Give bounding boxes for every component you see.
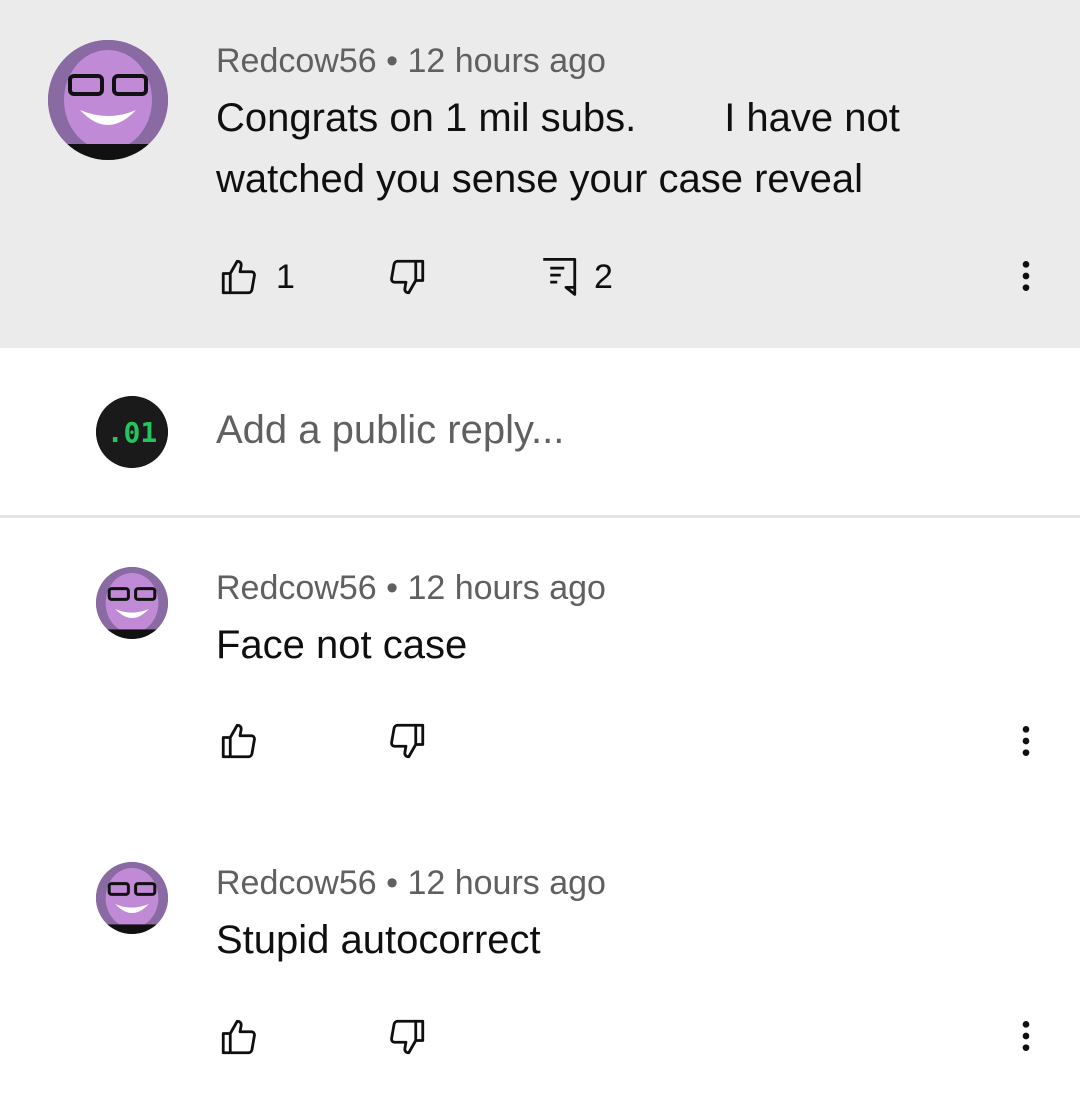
thumb-down-icon <box>390 1019 425 1055</box>
user-avatar-text: .01 <box>107 416 158 449</box>
reply-dislike-button[interactable] <box>386 1016 428 1058</box>
reply-count: 2 <box>594 258 613 296</box>
author-name[interactable]: Redcow56 <box>216 42 377 80</box>
reply-icon <box>543 257 577 296</box>
meta-separator: • <box>386 864 399 902</box>
thumb-up-icon <box>221 723 256 759</box>
more-options-button[interactable] <box>1006 256 1046 296</box>
thumb-up-icon <box>221 259 256 295</box>
meta-separator: • <box>386 42 399 80</box>
dislike-button[interactable] <box>386 256 428 298</box>
author-avatar[interactable] <box>48 40 168 160</box>
thumb-down-icon <box>390 723 425 759</box>
reply-author-name[interactable]: Redcow56 <box>216 864 377 902</box>
comment-text-line1-part1: Congrats on 1 mil subs. <box>216 96 637 140</box>
reply-meta: Redcow56 • 12 hours ago <box>216 864 606 903</box>
thumb-up-icon <box>221 1019 256 1055</box>
comment-text-line2: watched you sense your case reveal <box>216 157 864 201</box>
more-vert-icon <box>1022 261 1030 291</box>
reply-author-avatar[interactable] <box>96 862 168 934</box>
more-vert-icon <box>1022 1021 1030 1051</box>
reply-meta: Redcow56 • 12 hours ago <box>216 569 606 608</box>
user-avatar: .01 <box>96 396 168 468</box>
reply-author-name[interactable]: Redcow56 <box>216 569 377 607</box>
comment-meta: Redcow56 • 12 hours ago <box>216 42 606 81</box>
top-comment: Redcow56 • 12 hours ago Congrats on 1 mi… <box>0 0 1080 348</box>
reply-like-button[interactable] <box>218 1016 260 1058</box>
more-vert-icon <box>1022 726 1030 756</box>
reply-text: Face not case <box>216 623 468 667</box>
thumb-down-icon <box>390 259 425 295</box>
divider <box>0 515 1080 518</box>
reply-more-options-button[interactable] <box>1006 1016 1046 1056</box>
reply-like-button[interactable] <box>218 720 260 762</box>
reply-author-avatar[interactable] <box>96 567 168 639</box>
replies-button[interactable] <box>538 254 580 298</box>
meta-separator: • <box>386 569 399 607</box>
add-reply-input[interactable]: Add a public reply... <box>216 408 564 453</box>
like-count: 1 <box>276 258 295 296</box>
reply-text: Stupid autocorrect <box>216 918 541 962</box>
reply-time[interactable]: 12 hours ago <box>407 864 606 902</box>
comment-time[interactable]: 12 hours ago <box>407 42 606 80</box>
comment-text-line1-part2: I have not <box>724 96 900 140</box>
reply-time[interactable]: 12 hours ago <box>407 569 606 607</box>
reply-dislike-button[interactable] <box>386 720 428 762</box>
like-button[interactable] <box>218 256 260 298</box>
reply-more-options-button[interactable] <box>1006 721 1046 761</box>
comment-text: Congrats on 1 mil subs. I have not watche… <box>216 88 1036 210</box>
